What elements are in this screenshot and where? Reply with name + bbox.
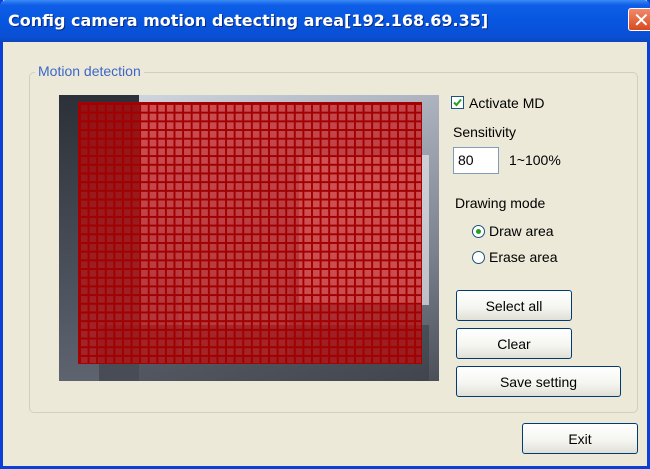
window-title: Config camera motion detecting area[192.… [8,11,489,30]
select-all-button[interactable]: Select all [456,290,572,321]
close-icon: ✕ [633,8,650,32]
sensitivity-range: 1~100% [509,152,561,168]
erase-area-label[interactable]: Erase area [489,249,557,265]
sensitivity-label: Sensitivity [453,124,517,140]
clear-button[interactable]: Clear [456,328,572,359]
motion-area-grid[interactable] [78,102,422,364]
draw-area-label[interactable]: Draw area [489,223,554,239]
camera-preview[interactable] [59,95,439,381]
sensitivity-input[interactable]: 80 [453,147,499,174]
exit-button[interactable]: Exit [522,423,638,454]
check-icon [453,98,462,107]
draw-area-radio[interactable] [472,225,485,238]
close-button[interactable]: ✕ [628,8,650,31]
erase-area-radio[interactable] [472,251,485,264]
activate-md-label[interactable]: Activate MD [469,95,544,111]
group-label: Motion detection [35,63,144,79]
drawing-mode-label: Drawing mode [455,195,546,211]
radio-selected-icon [476,229,481,234]
title-bar[interactable]: Config camera motion detecting area[192.… [0,0,650,42]
save-setting-button[interactable]: Save setting [456,366,621,397]
activate-md-checkbox[interactable] [451,96,464,109]
